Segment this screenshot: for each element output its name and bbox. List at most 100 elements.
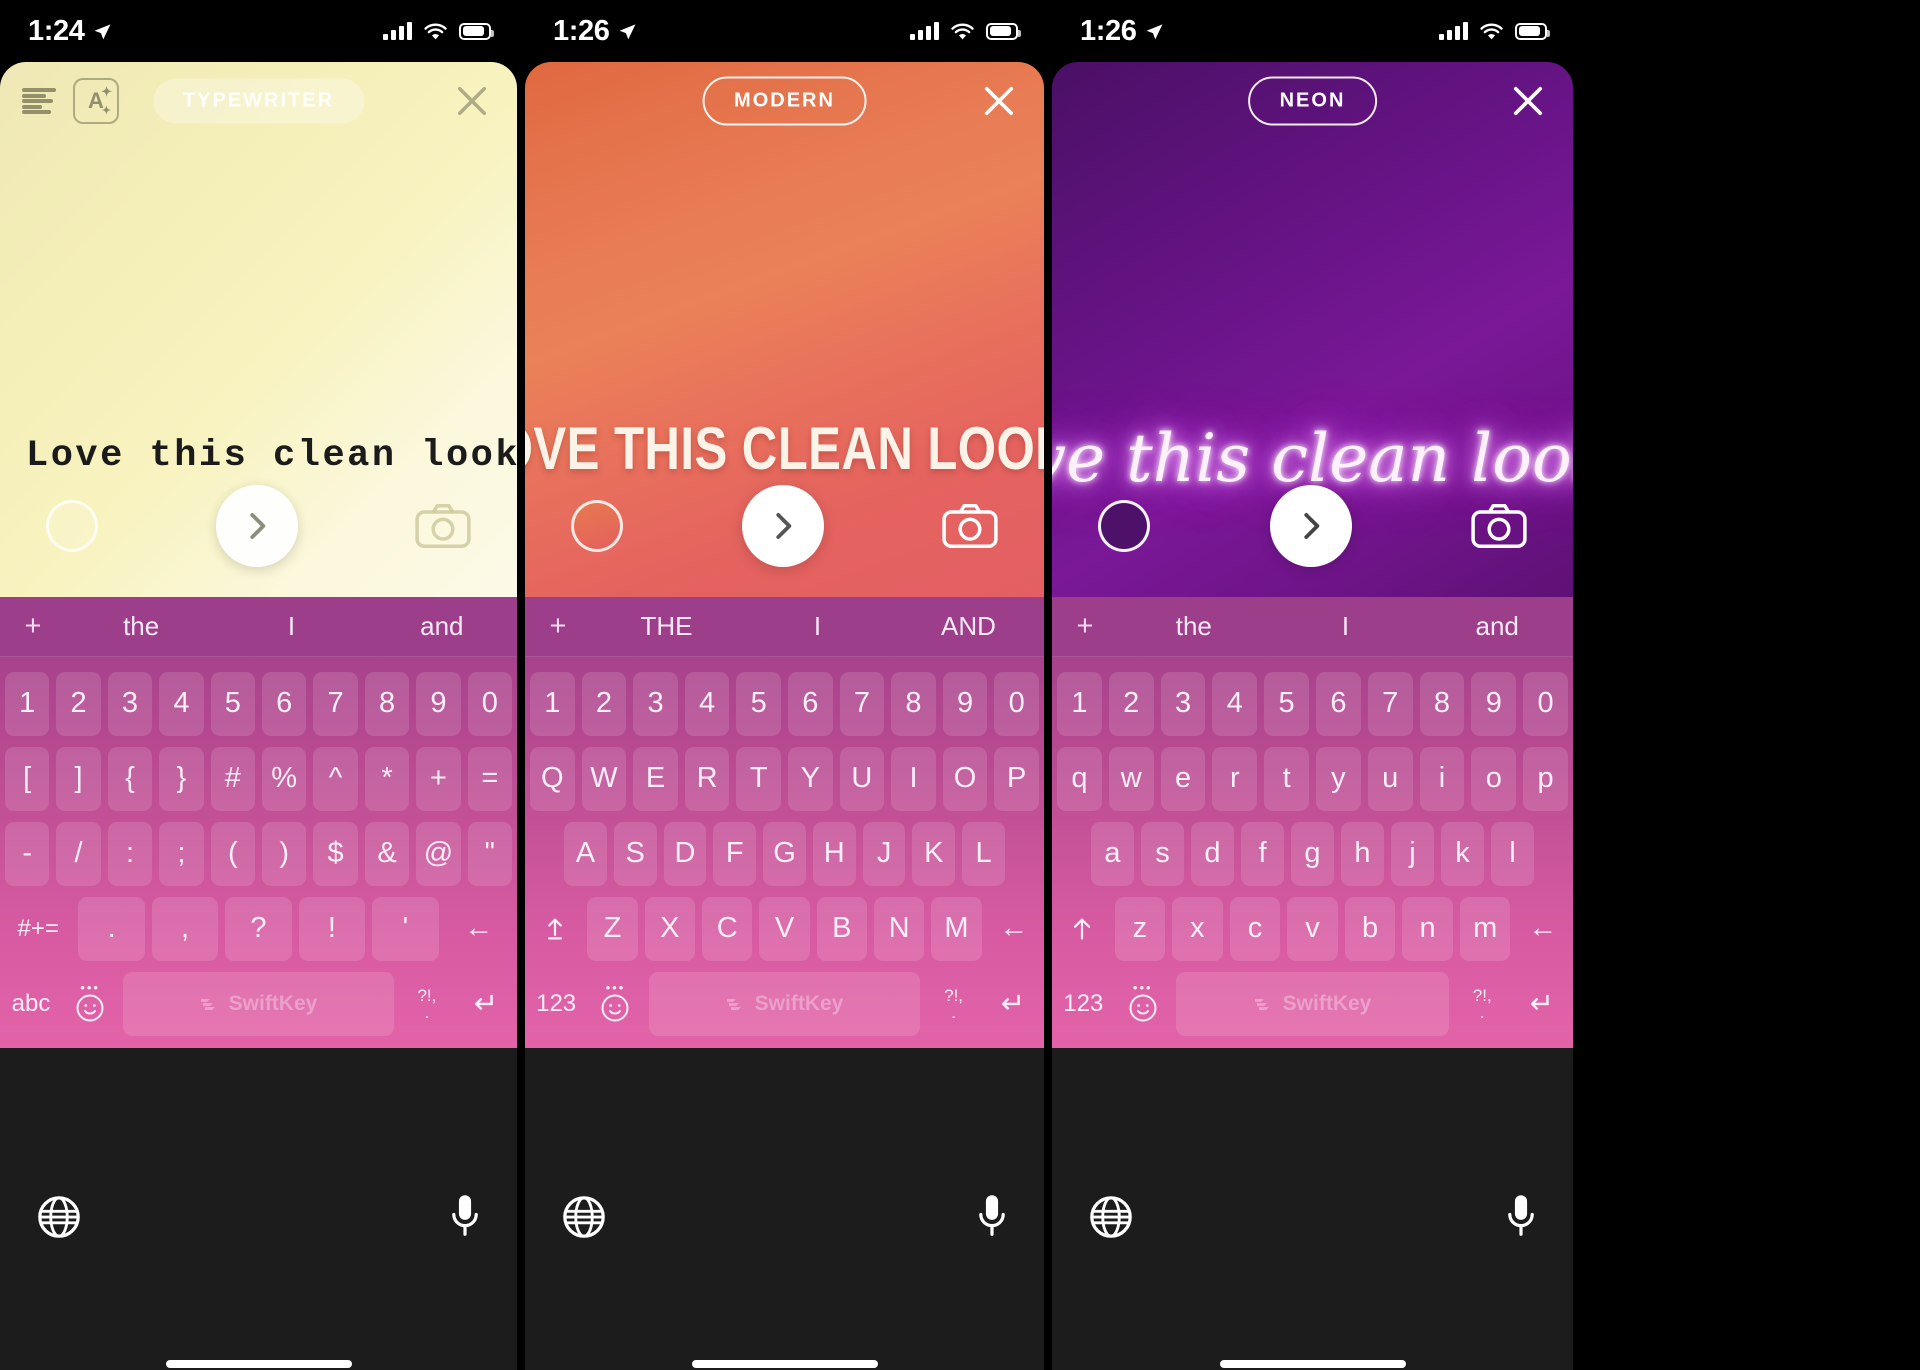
key-backspace[interactable]: ← xyxy=(1517,897,1568,961)
key-backspace[interactable]: ← xyxy=(989,897,1039,961)
key-x[interactable]: x xyxy=(1172,896,1223,961)
key-punctuation[interactable]: ?!,. xyxy=(401,972,453,1036)
key-i[interactable]: I xyxy=(891,746,936,811)
key-y[interactable]: y xyxy=(1316,746,1361,811)
key-q[interactable]: q xyxy=(1057,746,1102,811)
key-b[interactable]: B xyxy=(816,896,867,961)
key-space[interactable]: SwiftKey xyxy=(123,971,394,1036)
key-d[interactable]: d xyxy=(1191,821,1234,886)
story-canvas[interactable]: A ✦ ✦ TYPEWRITER Love this clean look!! xyxy=(0,62,517,597)
key-8[interactable]: 8 xyxy=(1419,671,1465,736)
key-percent[interactable]: % xyxy=(262,746,307,811)
key-quote[interactable]: " xyxy=(467,821,513,886)
suggestion-item-2[interactable]: I xyxy=(216,611,366,642)
key-1[interactable]: 1 xyxy=(530,671,575,736)
key-h[interactable]: H xyxy=(812,821,856,886)
emoji-icon[interactable]: ••• xyxy=(589,972,641,1036)
next-button[interactable] xyxy=(215,485,298,567)
add-suggestion-button[interactable]: + xyxy=(1052,610,1118,643)
key-y[interactable]: Y xyxy=(788,746,833,811)
key-k[interactable]: K xyxy=(912,821,956,886)
key-u[interactable]: U xyxy=(839,746,885,811)
key-4[interactable]: 4 xyxy=(159,671,204,736)
key-c[interactable]: c xyxy=(1229,896,1281,961)
key-brace-close[interactable]: } xyxy=(159,746,204,811)
key-i[interactable]: i xyxy=(1419,746,1465,811)
key-j[interactable]: J xyxy=(862,821,906,886)
key-backspace[interactable]: ← xyxy=(446,897,512,961)
key-l[interactable]: L xyxy=(962,821,1006,886)
key-brace-open[interactable]: { xyxy=(107,746,153,811)
key-comma[interactable]: , xyxy=(151,896,219,961)
key-e[interactable]: e xyxy=(1160,746,1206,811)
key-p[interactable]: p xyxy=(1523,746,1568,811)
key-5[interactable]: 5 xyxy=(210,671,255,736)
key-t[interactable]: T xyxy=(736,746,781,811)
emoji-icon[interactable]: ••• xyxy=(1117,972,1170,1036)
key-2[interactable]: 2 xyxy=(581,671,627,736)
key-semicolon[interactable]: ; xyxy=(159,821,204,886)
key-b[interactable]: b xyxy=(1344,896,1396,961)
microphone-icon[interactable] xyxy=(449,1193,481,1241)
microphone-icon[interactable] xyxy=(1505,1193,1537,1241)
key-u[interactable]: u xyxy=(1367,746,1413,811)
key-4[interactable]: 4 xyxy=(1212,671,1258,736)
camera-icon[interactable] xyxy=(1471,503,1527,549)
key-hyphen[interactable]: - xyxy=(4,821,50,886)
key-6[interactable]: 6 xyxy=(788,671,833,736)
key-space[interactable]: SwiftKey xyxy=(648,971,921,1036)
key-enter[interactable]: ↵ xyxy=(1516,972,1569,1036)
key-4[interactable]: 4 xyxy=(684,671,730,736)
key-enter[interactable]: ↵ xyxy=(987,972,1039,1036)
next-button[interactable] xyxy=(741,485,824,567)
key-3[interactable]: 3 xyxy=(1160,671,1206,736)
globe-icon[interactable] xyxy=(36,1194,82,1240)
key-a[interactable]: a xyxy=(1091,821,1134,886)
shift-icon[interactable] xyxy=(530,897,580,961)
microphone-icon[interactable] xyxy=(976,1193,1008,1241)
key-m[interactable]: M xyxy=(931,896,982,961)
key-5[interactable]: 5 xyxy=(1264,671,1309,736)
key-f[interactable]: f xyxy=(1241,821,1284,886)
key-symbols-toggle[interactable]: #+= xyxy=(5,897,71,961)
suggestion-item-3[interactable]: AND xyxy=(893,611,1044,642)
key-123-toggle[interactable]: 123 xyxy=(530,972,582,1036)
color-swatch-button[interactable] xyxy=(1098,500,1150,552)
key-q[interactable]: Q xyxy=(530,746,575,811)
color-swatch-button[interactable] xyxy=(46,500,98,552)
key-enter[interactable]: ↵ xyxy=(460,972,512,1036)
key-dollar[interactable]: $ xyxy=(313,821,358,886)
key-c[interactable]: C xyxy=(702,896,753,961)
key-8[interactable]: 8 xyxy=(364,671,410,736)
suggestion-item-1[interactable]: the xyxy=(1118,611,1270,642)
key-z[interactable]: z xyxy=(1114,896,1166,961)
key-d[interactable]: D xyxy=(663,821,707,886)
key-colon[interactable]: : xyxy=(107,821,153,886)
key-1[interactable]: 1 xyxy=(4,671,50,736)
story-canvas[interactable]: NEON Love this clean look!! xyxy=(1052,62,1573,597)
suggestion-item-3[interactable]: and xyxy=(1421,611,1573,642)
add-suggestion-button[interactable]: + xyxy=(0,610,66,643)
globe-icon[interactable] xyxy=(561,1194,607,1240)
text-effects-icon[interactable]: A ✦ ✦ xyxy=(73,78,119,124)
key-9[interactable]: 9 xyxy=(942,671,988,736)
key-period[interactable]: . xyxy=(78,896,145,961)
key-z[interactable]: Z xyxy=(587,896,638,961)
suggestion-item-3[interactable]: and xyxy=(367,611,517,642)
key-abc-toggle[interactable]: abc xyxy=(5,972,57,1036)
suggestion-item-2[interactable]: I xyxy=(1270,611,1422,642)
key-0[interactable]: 0 xyxy=(467,671,513,736)
key-1[interactable]: 1 xyxy=(1057,671,1102,736)
key-hash[interactable]: # xyxy=(210,746,255,811)
key-g[interactable]: g xyxy=(1291,821,1334,886)
globe-icon[interactable] xyxy=(1088,1194,1134,1240)
key-r[interactable]: r xyxy=(1212,746,1258,811)
style-pill-typewriter[interactable]: TYPEWRITER xyxy=(152,78,365,124)
key-m[interactable]: m xyxy=(1459,896,1511,961)
key-equals[interactable]: = xyxy=(467,746,513,811)
key-punctuation[interactable]: ?!,. xyxy=(927,972,979,1036)
key-n[interactable]: N xyxy=(873,896,925,961)
camera-icon[interactable] xyxy=(415,503,471,549)
emoji-icon[interactable]: ••• xyxy=(64,972,116,1036)
key-r[interactable]: R xyxy=(684,746,730,811)
